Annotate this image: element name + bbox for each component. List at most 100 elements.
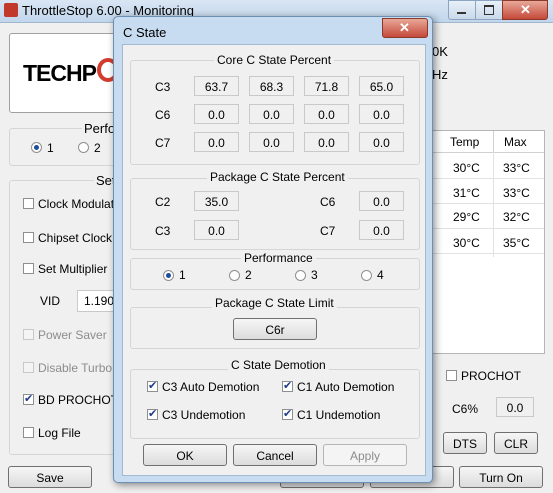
performance-title: Performance — [241, 251, 316, 265]
log-file-checkbox[interactable] — [23, 427, 34, 438]
log-file-label: Log File — [38, 426, 81, 440]
max-column-header: Max — [504, 135, 527, 149]
performance-radio-3-label: 3 — [311, 268, 318, 282]
disable-turbo-checkbox[interactable] — [23, 362, 34, 373]
package-c6-label: C6 — [320, 195, 336, 209]
core-c-state-title: Core C State Percent — [214, 53, 335, 67]
techpowerup-logo: TECHP — [23, 60, 97, 86]
performance-radio-4-label: 4 — [377, 268, 384, 282]
bd-prochot-checkbox[interactable] — [23, 392, 34, 405]
package-limit-button[interactable]: C6r — [233, 318, 317, 340]
apply-button[interactable]: Apply — [323, 444, 407, 466]
core-c6-cpu0: 0.0 — [194, 104, 239, 124]
c1-undemotion-checkbox[interactable] — [282, 407, 293, 420]
row-divider — [432, 253, 544, 254]
package-c2-value: 35.0 — [194, 191, 239, 211]
dts-button[interactable]: DTS — [443, 432, 487, 454]
core-c7-cpu3: 0.0 — [359, 132, 404, 152]
core-c6-cpu2: 0.0 — [304, 104, 349, 124]
core-c7-label: C7 — [155, 136, 171, 150]
clr-button[interactable]: CLR — [494, 432, 538, 454]
chipset-clock-checkbox[interactable] — [23, 232, 34, 243]
core-c3-cpu2: 71.8 — [304, 76, 349, 96]
power-saver-checkbox[interactable] — [23, 329, 34, 340]
c1-undemotion-label: C1 Undemotion — [297, 408, 381, 422]
close-icon: ✕ — [520, 2, 531, 17]
perf-radio-2[interactable] — [78, 142, 89, 153]
core-c3-cpu3: 65.0 — [359, 76, 404, 96]
package-c7-label: C7 — [320, 224, 336, 238]
package-c7-value: 0.0 — [359, 220, 404, 240]
prochot-checkbox[interactable] — [446, 370, 457, 381]
performance-radio-2[interactable] — [229, 270, 240, 281]
minimize-button[interactable] — [448, 0, 476, 20]
set-multiplier-label: Set Multiplier — [38, 262, 108, 276]
performance-group-label: Perfo — [82, 121, 118, 136]
core-c3-cpu1: 68.3 — [249, 76, 294, 96]
close-button[interactable]: ✕ — [502, 0, 548, 20]
c1-auto-demotion-label: C1 Auto Demotion — [297, 380, 395, 394]
row-divider — [432, 203, 544, 204]
max-cell: 33°C — [503, 186, 530, 200]
c3-auto-demotion-checkbox[interactable] — [147, 379, 158, 392]
maximize-button[interactable] — [475, 0, 503, 20]
max-cell: 33°C — [503, 161, 530, 175]
performance-radio-4[interactable] — [361, 270, 372, 281]
perf-radio-1-label: 1 — [47, 141, 54, 155]
minimize-icon — [457, 12, 466, 14]
c1-auto-demotion-checkbox[interactable] — [282, 379, 293, 392]
core-c3-label: C3 — [155, 80, 171, 94]
core-c7-cpu2: 0.0 — [304, 132, 349, 152]
core-c6-cpu1: 0.0 — [249, 104, 294, 124]
close-icon: ✕ — [399, 20, 410, 35]
package-limit-title: Package C State Limit — [212, 296, 337, 310]
perf-radio-1[interactable] — [31, 142, 42, 153]
core-c6-label: C6 — [155, 108, 171, 122]
bd-prochot-label: BD PROCHOT — [38, 393, 119, 407]
performance-radio-1[interactable] — [163, 270, 174, 281]
settings-group — [9, 180, 121, 455]
core-c3-cpu0: 63.7 — [194, 76, 239, 96]
clock-modulation-checkbox[interactable] — [23, 198, 34, 209]
package-c6-value: 0.0 — [359, 191, 404, 211]
app-icon — [4, 3, 18, 17]
c6-percent-value: 0.0 — [496, 397, 534, 417]
temp-column-header: Temp — [450, 135, 480, 149]
vid-label: VID — [40, 294, 61, 308]
temp-cell: 31°C — [453, 186, 480, 200]
c3-undemotion-label: C3 Undemotion — [162, 408, 246, 422]
maximize-icon — [484, 5, 494, 15]
cancel-button[interactable]: Cancel — [233, 444, 317, 466]
c3-undemotion-checkbox[interactable] — [147, 407, 158, 420]
c-state-dialog: C State ✕ Core C State Percent C3 63.7 6… — [113, 16, 433, 483]
set-multiplier-checkbox[interactable] — [23, 263, 34, 274]
save-button[interactable]: Save — [8, 466, 92, 488]
header-info-2: Hz — [432, 67, 448, 82]
table-body-divider — [493, 152, 494, 257]
dialog-title: C State — [123, 25, 167, 40]
max-cell: 35°C — [503, 236, 530, 250]
package-c3-value: 0.0 — [194, 220, 239, 240]
c3-auto-demotion-label: C3 Auto Demotion — [162, 380, 260, 394]
power-saver-label: Power Saver — [38, 328, 107, 342]
temp-header-row: Temp Max — [432, 131, 544, 153]
temp-cell: 29°C — [453, 210, 480, 224]
temp-table: Temp Max 30°C 33°C 31°C 33°C 29°C 32°C 3… — [431, 130, 545, 354]
header-info-1: 0K — [432, 44, 448, 59]
package-c2-label: C2 — [155, 195, 171, 209]
performance-radio-1-label: 1 — [179, 268, 186, 282]
temp-cell: 30°C — [453, 161, 480, 175]
prochot-label: PROCHOT — [461, 369, 521, 383]
turn-on-button[interactable]: Turn On — [459, 466, 543, 488]
perf-radio-2-label: 2 — [94, 141, 101, 155]
max-cell: 32°C — [503, 210, 530, 224]
ok-button[interactable]: OK — [143, 444, 227, 466]
core-c7-cpu1: 0.0 — [249, 132, 294, 152]
core-c7-cpu0: 0.0 — [194, 132, 239, 152]
package-c3-label: C3 — [155, 224, 171, 238]
dialog-close-button[interactable]: ✕ — [382, 18, 428, 38]
disable-turbo-label: Disable Turbo — [38, 361, 113, 375]
performance-radio-3[interactable] — [295, 270, 306, 281]
dialog-body: Core C State Percent C3 63.7 68.3 71.8 6… — [122, 44, 426, 476]
row-divider — [432, 228, 544, 229]
